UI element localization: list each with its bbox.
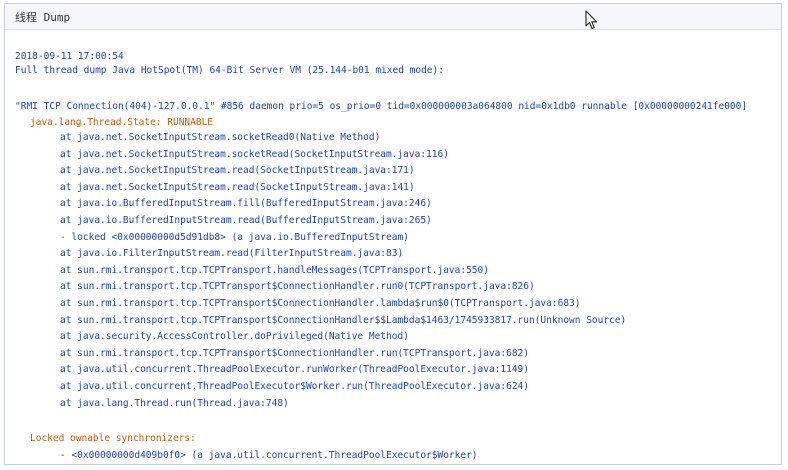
stack-frame: at sun.rmi.transport.tcp.TCPTransport$Co… [60,347,529,359]
stack-frame: at java.util.concurrent.ThreadPoolExecut… [60,364,529,376]
mouse-pointer-icon [585,10,598,30]
panel-header: 线程 Dump [5,4,781,30]
stack-frame: at java.lang.Thread.run(Thread.java:748) [60,397,289,409]
stack-frame: at java.security.AccessController.doPriv… [60,331,409,343]
dump-header: Full thread dump Java HotSpot(TM) 64-Bit… [15,65,444,76]
stack-frame: at sun.rmi.transport.tcp.TCPTransport$Co… [60,297,581,309]
stack-frame: at java.io.BufferedInputStream.read(Buff… [60,214,432,226]
thread-line: "RMI TCP Connection(404)-127.0.0.1" #856… [15,101,748,112]
stack-frame: at java.util.concurrent.ThreadPoolExecut… [60,380,529,392]
stack-frame: at sun.rmi.transport.tcp.TCPTransport$Co… [60,281,535,293]
stack-frames: at java.net.SocketInputStream.socketRead… [15,130,781,412]
stack-frame: at java.io.FilterInputStream.read(Filter… [60,248,404,260]
dump-timestamp: 2018-09-11 17:00:54 [15,51,124,62]
thread-dump-panel: 线程 Dump 2018-09-11 17:00:54 Full thread … [4,3,782,465]
thread-state: java.lang.Thread.State: RUNNABLE [30,117,214,128]
stack-frame: at java.net.SocketInputStream.read(Socke… [60,181,415,193]
stack-frame: at sun.rmi.transport.tcp.TCPTransport.ha… [60,264,489,276]
stack-frame: at java.io.BufferedInputStream.fill(Buff… [60,198,432,210]
stack-frame: at sun.rmi.transport.tcp.TCPTransport$Co… [60,314,627,326]
panel-title: 线程 Dump [15,10,71,24]
thread-dump-text[interactable]: 2018-09-11 17:00:54 Full thread dump Jav… [5,30,781,464]
lock-entry: - locked <0x00000000d5d91db8> (a java.io… [60,231,409,243]
stack-frame: at java.net.SocketInputStream.read(Socke… [60,165,415,177]
stack-frame: at java.net.SocketInputStream.socketRead… [60,132,381,143]
synchronizer-entry: - <0x00000000d409b0f0> (a java.util.conc… [60,450,478,462]
stack-frame: at java.net.SocketInputStream.socketRead… [60,148,449,160]
synchronizers-label: Locked ownable synchronizers: [30,433,196,445]
